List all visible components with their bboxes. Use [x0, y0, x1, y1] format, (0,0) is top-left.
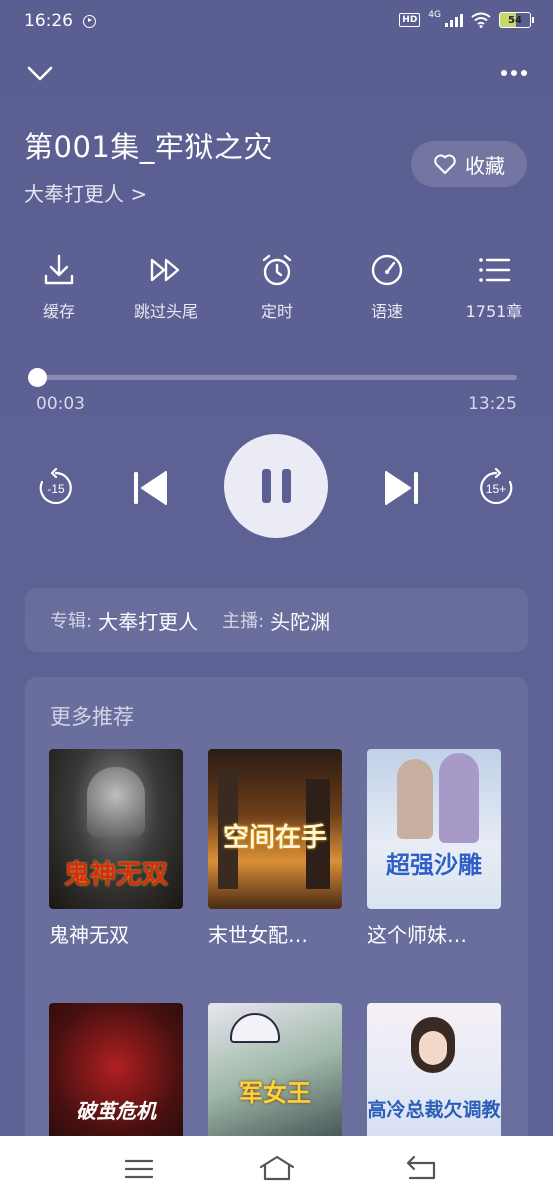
- status-time: 16:26: [24, 11, 73, 31]
- back-icon[interactable]: [404, 1154, 438, 1182]
- download-icon: [44, 254, 74, 285]
- host-value[interactable]: 头陀渊: [270, 606, 330, 635]
- status-bar: 16:26 HD 4G 54: [0, 0, 553, 42]
- book-item[interactable]: 空间在手 末世女配…: [208, 749, 342, 948]
- previous-button[interactable]: [130, 468, 170, 512]
- book-cover-title: 空间在手: [222, 823, 327, 853]
- current-time: 00:03: [36, 394, 85, 414]
- rewind-15-label: -15: [47, 482, 65, 496]
- skip-intro-outro-label: 跳过头尾: [133, 302, 198, 321]
- heart-icon: [434, 154, 456, 174]
- progress-bar[interactable]: [36, 375, 517, 380]
- total-time: 13:25: [468, 394, 517, 414]
- forward-15-icon: 15+: [480, 467, 513, 505]
- recommendation-card: 更多推荐 鬼神无双 鬼神无双 空间在手 末世女配… 超强沙雕 这个师妹… 破茧危…: [25, 677, 528, 1197]
- top-bar: [24, 60, 529, 90]
- book-item[interactable]: 超强沙雕 这个师妹…: [367, 749, 501, 948]
- collapse-chevron-icon[interactable]: [26, 62, 54, 84]
- network-type: 4G: [428, 10, 441, 20]
- book-cover-title: 军女王: [239, 1078, 311, 1107]
- speedometer-icon: [371, 254, 403, 286]
- menu-icon[interactable]: [124, 1158, 154, 1180]
- hd-icon: HD: [399, 13, 421, 27]
- book-cover: 空间在手: [208, 749, 342, 909]
- favorite-button[interactable]: 收藏: [411, 141, 527, 187]
- chapter-list-label: 1751章: [465, 302, 523, 321]
- signal-icon: [445, 13, 463, 27]
- download-button[interactable]: 缓存: [9, 252, 109, 322]
- skip-next-icon: [385, 471, 418, 505]
- skip-intro-outro-button[interactable]: 跳过头尾: [116, 252, 216, 322]
- status-icons: HD 4G 54: [399, 10, 534, 28]
- pause-button[interactable]: [224, 434, 328, 538]
- album-info-card: 专辑: 大奉打更人 主播: 头陀渊: [25, 588, 528, 652]
- book-cover-title: 鬼神无双: [63, 860, 168, 890]
- more-options-icon[interactable]: [501, 70, 527, 76]
- fast-forward-icon: [150, 258, 180, 282]
- book-cover: 鬼神无双: [49, 749, 183, 909]
- book-item[interactable]: 鬼神无双 鬼神无双: [49, 749, 183, 948]
- album-link[interactable]: 大奉打更人 >: [24, 178, 147, 207]
- chapter-list-button[interactable]: 1751章: [444, 252, 544, 322]
- book-cover-title: 破茧危机: [76, 1099, 156, 1123]
- next-button[interactable]: [382, 468, 422, 512]
- home-icon[interactable]: [258, 1154, 296, 1182]
- timer-label: 定时: [260, 302, 293, 321]
- favorite-label: 收藏: [465, 153, 505, 178]
- forward-15-button[interactable]: 15+: [476, 467, 516, 512]
- tool-row: 缓存 跳过头尾 定时 语速 1751章: [0, 252, 553, 332]
- book-name: 末世女配…: [208, 923, 308, 947]
- timer-button[interactable]: 定时: [227, 252, 327, 322]
- book-cover: 超强沙雕: [367, 749, 501, 909]
- album-value[interactable]: 大奉打更人: [98, 606, 198, 635]
- pause-icon-bar-right: [281, 469, 291, 503]
- forward-15-label: 15+: [486, 482, 506, 496]
- pause-icon-bar-left: [261, 469, 271, 503]
- alarm-clock-icon: [262, 254, 292, 286]
- skip-previous-icon: [134, 471, 167, 505]
- media-playing-icon: [83, 14, 96, 28]
- speed-button[interactable]: 语速: [337, 252, 437, 322]
- download-label: 缓存: [42, 302, 75, 321]
- rewind-15-button[interactable]: -15: [36, 467, 76, 512]
- book-cover-title: 超强沙雕: [386, 850, 482, 879]
- speed-label: 语速: [370, 302, 403, 321]
- album-key: 专辑:: [50, 611, 93, 632]
- recommendation-title: 更多推荐: [50, 705, 134, 729]
- wifi-icon: [471, 12, 491, 28]
- rewind-15-icon: -15: [39, 467, 72, 505]
- host-key: 主播:: [222, 611, 265, 632]
- book-name: 鬼神无双: [49, 923, 129, 947]
- system-nav-bar: [0, 1136, 553, 1200]
- episode-title: 第001集_牢狱之灾: [24, 130, 273, 164]
- progress-thumb[interactable]: [28, 368, 48, 387]
- battery-icon: 54: [499, 12, 534, 28]
- book-cover-title: 高冷总裁欠调教: [367, 1099, 501, 1121]
- book-name: 这个师妹…: [367, 923, 467, 947]
- list-icon: [479, 258, 511, 282]
